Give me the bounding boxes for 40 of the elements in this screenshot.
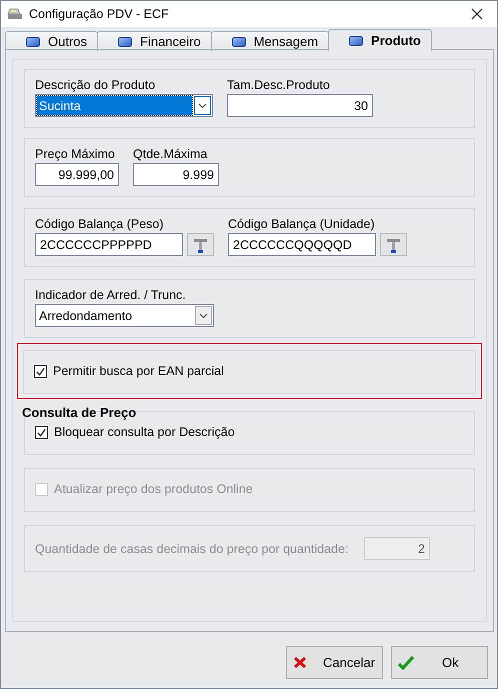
checkbox-label: Bloquear consulta por Descrição — [54, 425, 235, 439]
input-field[interactable]: 99.999,00 — [35, 163, 119, 186]
window-icon — [232, 36, 246, 46]
input-field[interactable]: 9.999 — [133, 163, 219, 186]
field-label: Descrição do Produto — [35, 78, 156, 92]
tab[interactable]: Outros — [5, 31, 98, 51]
field-label: Preço Máximo — [35, 147, 116, 161]
input-field[interactable]: 30 — [227, 94, 373, 117]
hammer-button[interactable] — [187, 233, 214, 256]
tab[interactable]: Financeiro — [97, 31, 212, 51]
hammer-button[interactable] — [380, 233, 407, 256]
window-icon — [26, 36, 40, 46]
input-field[interactable]: 2CCCCCCQQQQQD — [228, 233, 376, 256]
caret-icon — [198, 102, 207, 108]
tab[interactable]: Produto — [328, 29, 432, 51]
cash-register-icon — [7, 7, 23, 21]
cancel-button[interactable]: Cancelar — [286, 646, 383, 679]
field-label: Quantidade de casas decimais do preço por quantidade: — [35, 542, 348, 556]
tab[interactable]: Mensagem — [210, 31, 330, 51]
cross-icon — [293, 656, 307, 669]
checkbox[interactable] — [35, 426, 48, 438]
checkbox-label: Permitir busca por EAN parcial — [53, 364, 224, 378]
input-field[interactable]: 2CCCCCCPPPPPD — [35, 233, 183, 256]
checkbox[interactable] — [34, 364, 47, 378]
window-icon — [118, 36, 132, 46]
dropdown[interactable]: Arredondamento — [35, 304, 214, 327]
field-label: Código Balança (Unidade) — [228, 217, 376, 231]
field-label: Código Balança (Peso) — [35, 217, 165, 231]
window-icon — [349, 36, 364, 46]
checkbox-label: Atualizar preço dos produtos Online — [54, 482, 253, 496]
field-label: Qtde.Máxima — [133, 147, 208, 161]
close-icon — [471, 8, 483, 20]
dropdown[interactable]: Sucinta — [35, 94, 213, 117]
ok-button[interactable]: Ok — [391, 646, 488, 679]
window-title: Configuração PDV - ECF — [29, 7, 169, 21]
checkmark-icon — [398, 656, 414, 670]
caret-icon — [199, 312, 208, 318]
field-label: Indicador de Arred. / Trunc. — [35, 288, 187, 302]
group-title: Consulta de Preço — [22, 405, 138, 420]
field-label: Tam.Desc.Produto — [227, 78, 331, 92]
